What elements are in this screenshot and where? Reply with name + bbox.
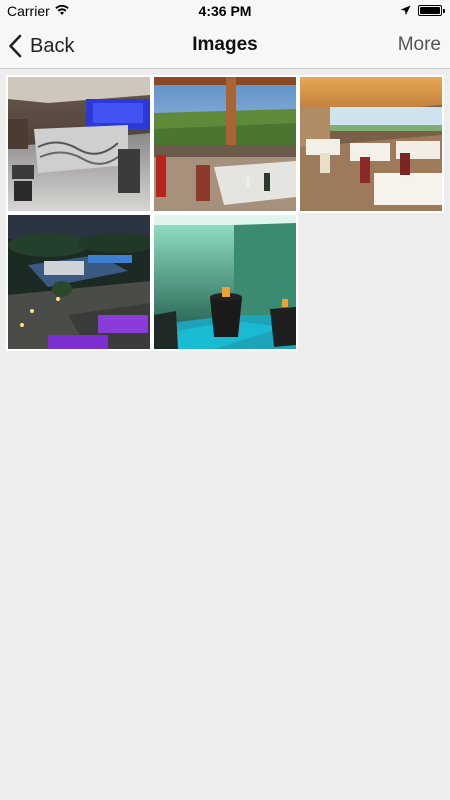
- lounge-green-image: [154, 215, 296, 349]
- night-garden-pool-image: [8, 215, 150, 349]
- image-thumb-dining-room[interactable]: [298, 75, 444, 213]
- image-thumb-night-garden-pool[interactable]: [6, 213, 152, 351]
- status-bar: Carrier 4:36 PM: [0, 0, 450, 22]
- image-thumb-bar-interior[interactable]: [6, 75, 152, 213]
- battery-icon: [418, 5, 445, 16]
- image-thumb-lounge-green[interactable]: [152, 213, 298, 351]
- terrace-view-image: [154, 77, 296, 211]
- dining-room-image: [300, 77, 442, 211]
- clock: 4:36 PM: [198, 3, 252, 19]
- location-arrow-icon: [400, 5, 411, 16]
- page-title: Images: [192, 34, 258, 55]
- more-button[interactable]: More: [398, 34, 441, 56]
- bar-interior-image: [8, 77, 150, 211]
- image-thumb-terrace-view[interactable]: [152, 75, 298, 213]
- navigation-bar: Back Images More: [0, 22, 450, 69]
